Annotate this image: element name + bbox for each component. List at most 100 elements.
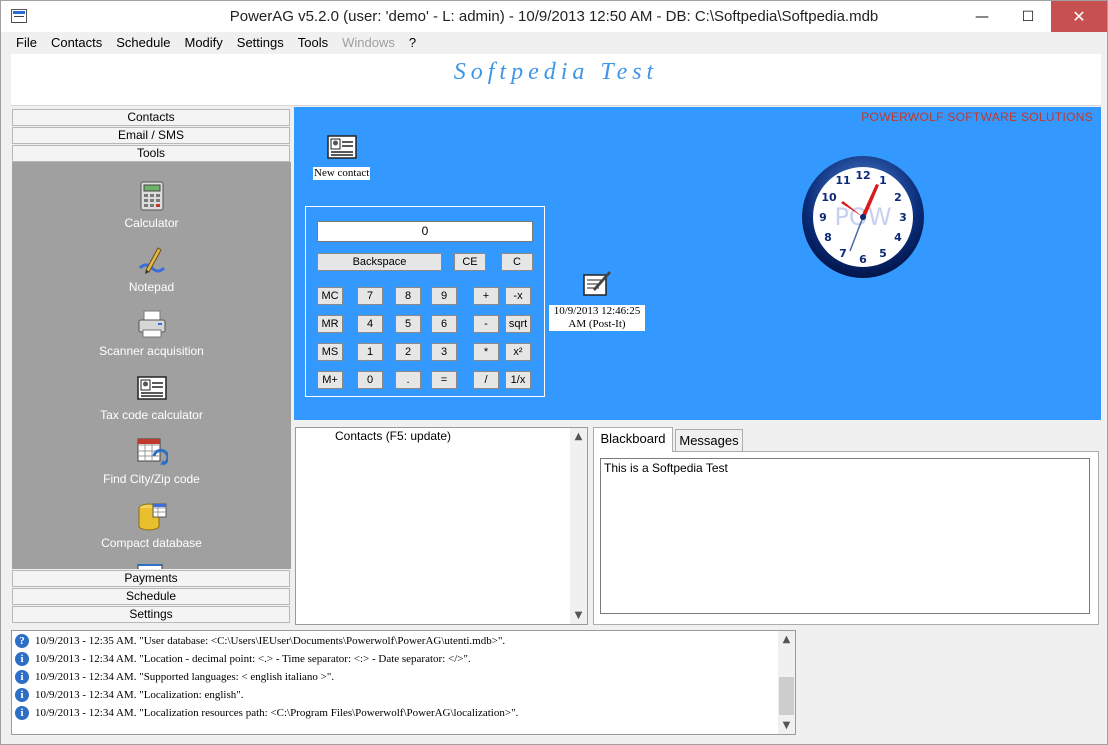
city-zip-icon xyxy=(137,438,168,466)
log-scroll-down[interactable]: ▼ xyxy=(778,717,795,734)
clock-number-3: 3 xyxy=(899,211,907,224)
postit-label-line1: 10/9/2013 12:46:25 xyxy=(549,305,645,318)
log-item: ? 10/9/2013 - 12:35 AM. "User database: … xyxy=(15,632,505,650)
clock-number-9: 9 xyxy=(819,211,827,224)
info-icon: i xyxy=(15,688,29,702)
calc-8-button[interactable]: 8 xyxy=(395,287,421,305)
contacts-tree-title: Contacts (F5: update) xyxy=(335,429,452,443)
calc-9-button[interactable]: 9 xyxy=(431,287,457,305)
log-scroll-thumb[interactable] xyxy=(779,677,794,715)
desktop-area: POWERWOLF SOFTWARE SOLUTIONS New contact… xyxy=(294,107,1101,420)
calc-1-button[interactable]: 1 xyxy=(357,343,383,361)
close-button[interactable]: ✕ xyxy=(1051,1,1107,32)
calc-mplus-button[interactable]: M+ xyxy=(317,371,343,389)
calc-backspace-button[interactable]: Backspace xyxy=(317,253,442,271)
clock-center xyxy=(860,214,866,220)
log-text: 10/9/2013 - 12:34 AM. "Localization reso… xyxy=(35,707,519,719)
sidebar-header-contacts[interactable]: Contacts xyxy=(12,109,290,126)
notepad-icon xyxy=(138,247,166,274)
calculator-display: 0 xyxy=(317,221,533,242)
calc-multiply-button[interactable]: * xyxy=(473,343,499,361)
tab-messages[interactable]: Messages xyxy=(675,429,743,452)
tool-find-city-zip[interactable]: Find City/Zip code xyxy=(12,436,291,500)
contacts-scroll-up[interactable]: ▲ xyxy=(570,428,587,445)
calc-c-button[interactable]: C xyxy=(501,253,533,271)
calc-equals-button[interactable]: = xyxy=(431,371,457,389)
sidebar-header-email-sms[interactable]: Email / SMS xyxy=(12,127,290,144)
clock-number-2: 2 xyxy=(894,191,902,204)
menu-help[interactable]: ? xyxy=(402,33,423,53)
sidebar-header-payments[interactable]: Payments xyxy=(12,570,290,587)
calc-ms-button[interactable]: MS xyxy=(317,343,343,361)
clock-number-8: 8 xyxy=(824,231,832,244)
contacts-scroll-down[interactable]: ▼ xyxy=(570,607,587,624)
calc-ce-button[interactable]: CE xyxy=(454,253,486,271)
calc-mr-button[interactable]: MR xyxy=(317,315,343,333)
calc-decimal-button[interactable]: . xyxy=(395,371,421,389)
menu-tools[interactable]: Tools xyxy=(291,33,335,53)
log-text: 10/9/2013 - 12:34 AM. "Localization: eng… xyxy=(35,689,244,701)
calc-7-button[interactable]: 7 xyxy=(357,287,383,305)
tab-blackboard[interactable]: Blackboard xyxy=(593,427,673,452)
blackboard-textarea[interactable]: This is a Softpedia Test xyxy=(600,458,1090,614)
calc-square-button[interactable]: x² xyxy=(505,343,531,361)
tool-tax-code[interactable]: Tax code calculator xyxy=(12,372,291,436)
calc-sqrt-button[interactable]: sqrt xyxy=(505,315,531,333)
calc-2-button[interactable]: 2 xyxy=(395,343,421,361)
calc-mc-button[interactable]: MC xyxy=(317,287,343,305)
minimize-button[interactable]: — xyxy=(959,1,1005,32)
log-item: i 10/9/2013 - 12:34 AM. "Location - deci… xyxy=(15,650,471,668)
clock-number-12: 12 xyxy=(855,169,870,182)
clock-number-11: 11 xyxy=(835,174,850,187)
calc-0-button[interactable]: 0 xyxy=(357,371,383,389)
id-card-icon xyxy=(137,376,167,400)
tools-list: Calculator Notepad Scanner acquisition T… xyxy=(12,162,291,569)
menu-schedule[interactable]: Schedule xyxy=(109,33,177,53)
tool-notepad[interactable]: Notepad xyxy=(12,244,291,308)
title-bar[interactable]: PowerAG v5.2.0 (user: 'demo' - L: admin)… xyxy=(1,1,1107,32)
sidebar-header-schedule[interactable]: Schedule xyxy=(12,588,290,605)
calc-negate-button[interactable]: -x xyxy=(505,287,531,305)
log-scrollbar[interactable]: ▲ ▼ xyxy=(778,631,795,734)
menu-modify[interactable]: Modify xyxy=(177,33,229,53)
new-contact-label: New contact xyxy=(313,167,371,180)
tool-scanner[interactable]: Scanner acquisition xyxy=(12,308,291,372)
banner: Softpedia Test xyxy=(11,54,1101,106)
contacts-tree[interactable]: Contacts (F5: update) ▲ ▼ xyxy=(295,427,588,625)
log-text: 10/9/2013 - 12:34 AM. "Location - decima… xyxy=(35,653,471,665)
calc-minus-button[interactable]: - xyxy=(473,315,499,333)
calc-4-button[interactable]: 4 xyxy=(357,315,383,333)
tool-compact-database[interactable]: Compact database xyxy=(12,500,291,564)
calc-reciprocal-button[interactable]: 1/x xyxy=(505,371,531,389)
window-title: PowerAG v5.2.0 (user: 'demo' - L: admin)… xyxy=(229,8,879,25)
log-item: i 10/9/2013 - 12:34 AM. "Localization re… xyxy=(15,704,518,722)
log-text: 10/9/2013 - 12:34 AM. "Supported languag… xyxy=(35,671,335,683)
sidebar-header-tools[interactable]: Tools xyxy=(12,145,290,162)
log-scroll-up[interactable]: ▲ xyxy=(778,631,795,648)
menu-contacts[interactable]: Contacts xyxy=(44,33,109,53)
postit-shortcut[interactable]: 10/9/2013 12:46:25 AM (Post-It) xyxy=(549,267,645,333)
menu-settings[interactable]: Settings xyxy=(230,33,291,53)
banner-title: Softpedia Test xyxy=(453,59,659,85)
log-list[interactable]: ? 10/9/2013 - 12:35 AM. "User database: … xyxy=(11,630,796,735)
tool-label-scanner: Scanner acquisition xyxy=(99,344,204,358)
contacts-scrollbar[interactable]: ▲ ▼ xyxy=(570,428,587,624)
sidebar-header-settings[interactable]: Settings xyxy=(12,606,290,623)
board-pane: This is a Softpedia Test Blackboard Mess… xyxy=(593,427,1101,625)
info-icon: i xyxy=(15,652,29,666)
new-contact-shortcut[interactable]: New contact xyxy=(310,131,374,183)
maximize-button[interactable]: ☐ xyxy=(1005,1,1051,32)
menu-file[interactable]: File xyxy=(9,33,44,53)
database-icon xyxy=(138,503,167,531)
calc-divide-button[interactable]: / xyxy=(473,371,499,389)
calc-3-button[interactable]: 3 xyxy=(431,343,457,361)
scanner-icon xyxy=(138,310,166,338)
calc-plus-button[interactable]: + xyxy=(473,287,499,305)
left-panel: Contacts Email / SMS Tools Calculator No… xyxy=(11,108,292,625)
menu-bar: File Contacts Schedule Modify Settings T… xyxy=(9,33,1101,53)
calc-5-button[interactable]: 5 xyxy=(395,315,421,333)
postit-label-line2: AM (Post-It) xyxy=(549,318,645,331)
tool-calculator[interactable]: Calculator xyxy=(12,180,291,244)
calc-6-button[interactable]: 6 xyxy=(431,315,457,333)
log-item: i 10/9/2013 - 12:34 AM. "Localization: e… xyxy=(15,686,243,704)
